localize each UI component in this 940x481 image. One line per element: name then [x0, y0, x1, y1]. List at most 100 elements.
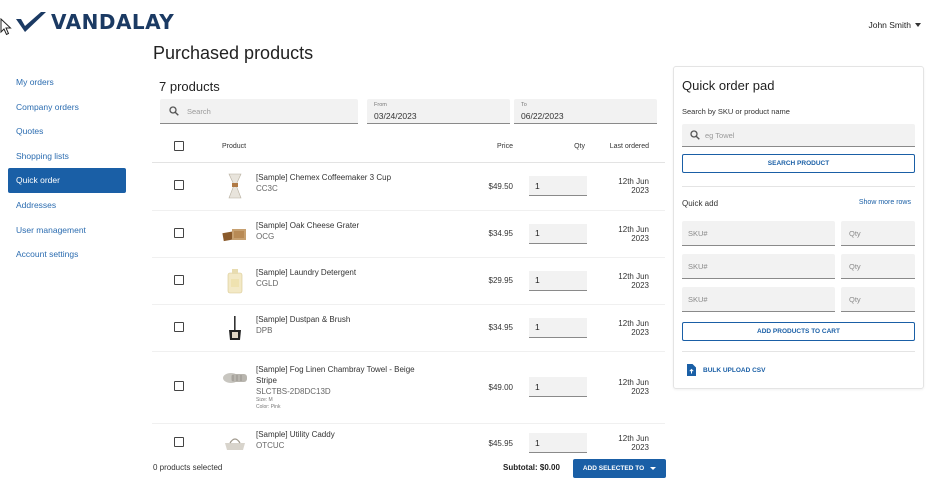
- products-count: 7 products: [159, 79, 220, 94]
- product-search-input[interactable]: Search: [160, 99, 358, 124]
- row-checkbox[interactable]: [174, 180, 184, 190]
- quantity-input[interactable]: [529, 176, 587, 196]
- last-ordered-date: 12th Jun 2023: [601, 162, 665, 211]
- table-row: [Sample] Dustpan & Brush DPB $34.95 12th…: [152, 304, 665, 352]
- product-sku: CGLD: [256, 278, 279, 288]
- last-ordered-date: 12th Jun 2023: [601, 351, 665, 424]
- product-name[interactable]: [Sample] Fog Linen Chambray Towel - Beig…: [256, 364, 416, 386]
- sidebar-item-company-orders[interactable]: Company orders: [8, 95, 126, 120]
- product-price: $34.95: [450, 210, 513, 258]
- table-row: [Sample] Fog Linen Chambray Towel - Beig…: [152, 351, 665, 424]
- sidebar-item-user-management[interactable]: User management: [8, 218, 126, 243]
- product-sku: DPB: [256, 325, 273, 335]
- search-product-button[interactable]: SEARCH PRODUCT: [682, 154, 915, 173]
- product-name[interactable]: [Sample] Utility Caddy: [256, 429, 335, 440]
- product-sku: OTCUC: [256, 441, 285, 450]
- row-checkbox[interactable]: [174, 227, 184, 238]
- mouse-pointer-icon: [0, 18, 12, 36]
- quick-add-label: Quick add: [682, 199, 719, 208]
- product-price: $29.95: [450, 257, 513, 305]
- sku-input[interactable]: SKU#: [682, 287, 835, 312]
- sidebar-item-shopping-lists[interactable]: Shopping lists: [8, 144, 126, 169]
- sku-input[interactable]: SKU#: [682, 221, 835, 246]
- table-row: [Sample] Utility Caddy OTCUC $45.95 12th…: [152, 423, 665, 455]
- qty-input[interactable]: Qty: [841, 254, 915, 279]
- product-price: $34.95: [450, 304, 513, 352]
- select-all-checkbox[interactable]: [174, 140, 184, 151]
- product-price: $49.00: [450, 351, 513, 424]
- product-name[interactable]: [Sample] Laundry Detergent: [256, 267, 356, 278]
- column-header-price: Price: [450, 132, 513, 163]
- qty-input[interactable]: Qty: [841, 221, 915, 246]
- column-header-last-ordered: Last ordered: [601, 132, 665, 163]
- file-upload-icon: [687, 364, 696, 376]
- add-selected-to-button[interactable]: ADD SELECTED TO: [573, 459, 666, 478]
- dustpan-icon: [222, 314, 248, 342]
- products-table: Product Price Qty Last ordered [Sample] …: [152, 132, 665, 455]
- qty-input[interactable]: Qty: [841, 287, 915, 312]
- search-placeholder: Search: [187, 107, 211, 116]
- table-row: [Sample] Oak Cheese Grater OCG $34.95 12…: [152, 210, 665, 258]
- bulk-upload-label: BULK UPLOAD CSV: [703, 366, 766, 374]
- quick-order-pad-title: Quick order pad: [682, 78, 775, 93]
- table-row: [Sample] Chemex Coffeemaker 3 Cup CC3C $…: [152, 162, 665, 211]
- row-checkbox[interactable]: [174, 321, 184, 332]
- product-color-option: Color: Pink: [256, 403, 281, 410]
- chevron-down-icon: [650, 467, 657, 470]
- detergent-icon: [222, 267, 248, 295]
- date-to-field[interactable]: To 06/22/2023: [514, 99, 657, 124]
- sidebar-nav: My orders Company orders Quotes Shopping…: [8, 70, 126, 267]
- date-from-field[interactable]: From 03/24/2023: [367, 99, 510, 124]
- sidebar-item-my-orders[interactable]: My orders: [8, 70, 126, 95]
- product-sku: CC3C: [256, 184, 278, 193]
- sidebar-item-quotes[interactable]: Quotes: [8, 119, 126, 144]
- sidebar-item-quick-order[interactable]: Quick order: [8, 168, 126, 193]
- quantity-input[interactable]: [529, 223, 587, 244]
- row-checkbox[interactable]: [174, 381, 184, 391]
- caddy-icon: [222, 429, 248, 455]
- sidebar-item-addresses[interactable]: Addresses: [8, 193, 126, 218]
- date-from-label: From: [374, 102, 387, 108]
- sku-input[interactable]: SKU#: [682, 254, 835, 279]
- user-name: John Smith: [868, 20, 911, 30]
- product-name[interactable]: [Sample] Dustpan & Brush: [256, 314, 350, 325]
- last-ordered-date: 12th Jun 2023: [601, 423, 665, 455]
- table-row: [Sample] Laundry Detergent CGLD $29.95 1…: [152, 257, 665, 305]
- quick-order-search-label: Search by SKU or product name: [682, 107, 790, 116]
- bulk-upload-csv-button[interactable]: BULK UPLOAD CSV: [686, 364, 765, 376]
- last-ordered-date: 12th Jun 2023: [601, 257, 665, 305]
- date-from-value: 03/24/2023: [374, 111, 417, 121]
- sidebar-item-account-settings[interactable]: Account settings: [8, 242, 126, 267]
- search-icon: [169, 106, 179, 116]
- divider: [682, 351, 915, 352]
- brand-logo[interactable]: VANDALAY: [14, 10, 174, 34]
- purchased-products-panel: 7 products Search From 03/24/2023 To 06/…: [152, 70, 665, 455]
- product-name[interactable]: [Sample] Chemex Coffeemaker 3 Cup: [256, 172, 391, 183]
- column-header-product: Product: [222, 132, 450, 163]
- table-header-row: Product Price Qty Last ordered: [152, 132, 665, 163]
- add-selected-label: ADD SELECTED TO: [582, 465, 645, 472]
- select-all-cell: [152, 132, 222, 163]
- quick-order-pad: Quick order pad Search by SKU or product…: [673, 66, 924, 389]
- quick-order-search-placeholder: eg Towel: [705, 131, 735, 140]
- grater-icon: [222, 220, 248, 248]
- add-products-to-cart-button[interactable]: ADD PRODUCTS TO CART: [682, 322, 915, 341]
- selected-count: 0 products selected: [153, 463, 223, 472]
- quick-order-search-input[interactable]: eg Towel: [682, 124, 915, 147]
- product-name[interactable]: [Sample] Oak Cheese Grater: [256, 220, 359, 231]
- row-checkbox[interactable]: [174, 437, 184, 447]
- chevron-down-icon: [915, 23, 921, 27]
- page-title: Purchased products: [153, 43, 314, 63]
- divider: [682, 186, 915, 187]
- user-menu[interactable]: John Smith: [868, 20, 921, 30]
- product-size-option: Size: M: [256, 396, 273, 403]
- quantity-input[interactable]: [529, 433, 587, 453]
- quantity-input[interactable]: [529, 377, 587, 397]
- show-more-rows-link[interactable]: Show more rows: [859, 199, 911, 206]
- quantity-input[interactable]: [529, 270, 587, 291]
- quantity-input[interactable]: [529, 317, 587, 338]
- product-price: $49.50: [450, 162, 513, 211]
- row-checkbox[interactable]: [174, 274, 184, 285]
- product-sku: OCG: [256, 231, 275, 241]
- subtotal: Subtotal: $0.00: [503, 463, 560, 472]
